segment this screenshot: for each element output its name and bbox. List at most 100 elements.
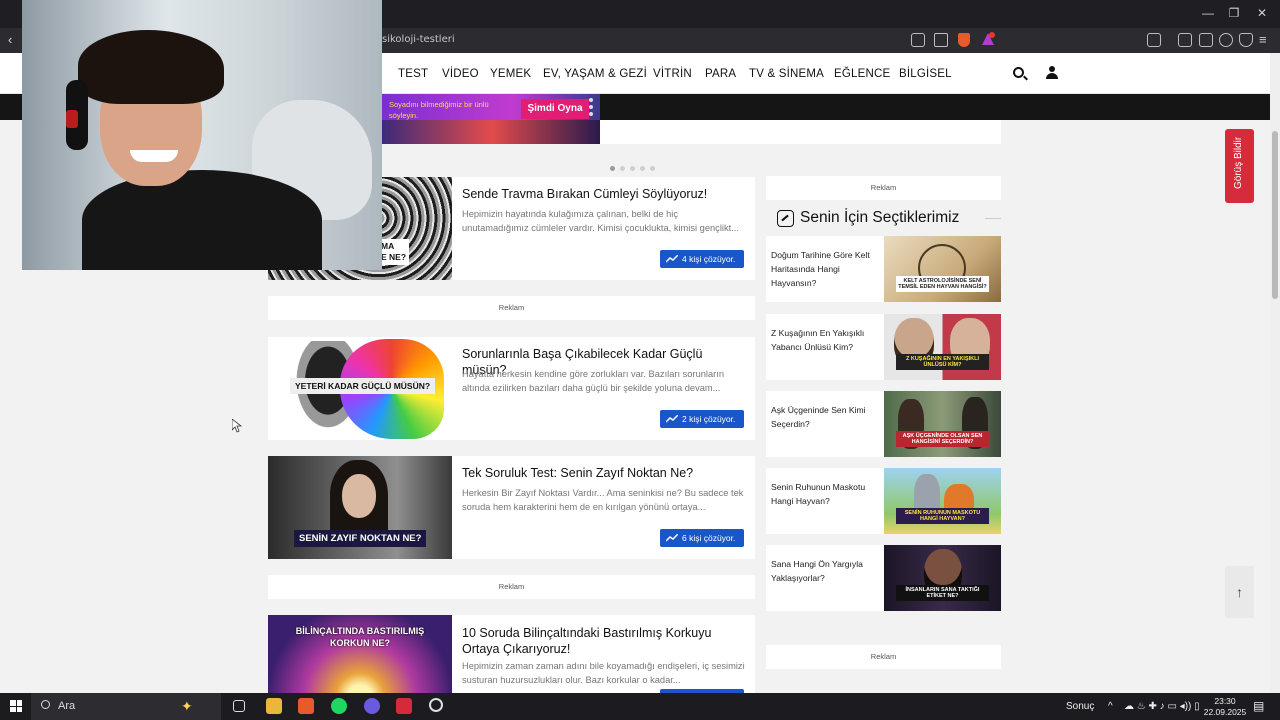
sidebar-ad: Reklam [766, 176, 1001, 200]
pick-caption: Z KUŞAĞININ EN YAKIŞIKLI ÜNLÜSÜ KİM? [896, 354, 989, 370]
nav-eglence[interactable]: EĞLENCE [834, 68, 890, 80]
trending-icon [666, 255, 678, 263]
quiz-card[interactable]: YETERİ KADAR GÜÇLÜ MÜSÜN? Sorunlarınla B… [268, 337, 755, 440]
banner-ad-cta-button[interactable]: Şimdi Oyna [521, 99, 589, 119]
obs-icon[interactable] [429, 698, 443, 712]
pick-thumbnail[interactable]: AŞK ÜÇGENİNDE OLSAN SEN HANGİSİNİ SEÇERD… [884, 391, 1001, 457]
tabs-icon[interactable] [1147, 33, 1161, 47]
nav-bilgisel[interactable]: BİLGİSEL [899, 68, 952, 80]
trending-icon [777, 210, 794, 227]
pick-title[interactable]: Senin Ruhunun Maskotu Hangi Hayvan? [771, 481, 879, 509]
quiz-title[interactable]: 10 Soruda Bilinçaltındaki Bastırılmış Ko… [462, 626, 747, 657]
spotify-icon[interactable] [331, 698, 347, 714]
nav-tv-sinema[interactable]: TV & SİNEMA [749, 68, 824, 80]
solvers-button[interactable]: 4 kişi çözüyor. [660, 250, 744, 268]
pick-item[interactable]: Senin Ruhunun Maskotu Hangi Hayvan? SENİ… [766, 468, 1001, 534]
clock-time: 23:30 [1214, 696, 1236, 706]
app-icon[interactable] [396, 698, 412, 714]
maximize-button[interactable]: ❐ [1222, 6, 1246, 20]
cast-icon[interactable] [911, 33, 925, 47]
tray-chevron-icon[interactable]: ^ [1108, 701, 1113, 712]
quiz-card[interactable]: BİLİNÇALTINDA BASTIRILMIŞ KORKUN NE? 10 … [268, 615, 755, 693]
pick-thumbnail[interactable]: KELT ASTROLOJİSİNDE SENİ TEMSİL EDEN HAY… [884, 236, 1001, 302]
quiz-description: Hepimizin zaman zaman adını bile koyamad… [462, 661, 745, 686]
pick-title[interactable]: Aşk Üçgeninde Sen Kimi Seçerdin? [771, 404, 879, 432]
carousel-dot[interactable] [640, 166, 645, 171]
brave-browser-icon[interactable] [298, 698, 314, 714]
weather-text[interactable]: Sonuç [1066, 701, 1094, 712]
notification-icon[interactable]: ▤ [1253, 699, 1264, 713]
quiz-thumbnail[interactable]: SENİN ZAYIF NOKTAN NE? [268, 456, 452, 559]
brave-shield-icon[interactable] [958, 33, 970, 47]
carousel-dot[interactable] [650, 166, 655, 171]
system-clock[interactable]: 23:30 22.09.2025 [1200, 696, 1250, 718]
carousel-dot[interactable] [630, 166, 635, 171]
menu-icon[interactable]: ≡ [1259, 32, 1267, 47]
search-icon[interactable] [1013, 67, 1024, 78]
url-text[interactable]: sikoloji-testleri [382, 34, 455, 45]
nav-vitrin[interactable]: VİTRİN [653, 68, 692, 80]
webcam-overlay [22, 0, 382, 270]
file-explorer-icon[interactable] [266, 698, 282, 714]
nav-yemek[interactable]: YEMEK [490, 68, 531, 80]
nav-test[interactable]: TEST [398, 68, 428, 80]
leo-ai-icon[interactable] [1219, 33, 1233, 47]
quiz-description: Hayatta herkesin kendine göre zorlukları… [462, 369, 724, 394]
pick-item[interactable]: Aşk Üçgeninde Sen Kimi Seçerdin? AŞK ÜÇG… [766, 391, 1001, 457]
taskbar-search[interactable]: Ara ✦ [31, 693, 221, 720]
sidebar-ad: Reklam [766, 645, 1001, 669]
pick-item[interactable]: Sana Hangi Ön Yargıyla Yaklaşıyorlar? İN… [766, 545, 1001, 611]
ad-options-icon[interactable] [589, 98, 595, 118]
windows-start-icon[interactable] [10, 700, 22, 712]
banner-ad[interactable]: Soyadını bilmediğimiz bir ünlü söyleyin.… [382, 94, 600, 144]
quiz-title[interactable]: Sende Travma Bırakan Cümleyi Söylüyoruz! [462, 187, 747, 203]
carousel-dots[interactable] [610, 158, 660, 176]
minimize-button[interactable]: — [1196, 6, 1220, 20]
solvers-count: 4 kişi çözüyor. [682, 254, 736, 264]
pick-thumbnail[interactable]: Z KUŞAĞININ EN YAKIŞIKLI ÜNLÜSÜ KİM? [884, 314, 1001, 380]
nav-para[interactable]: PARA [705, 68, 736, 80]
quiz-title[interactable]: Tek Soruluk Test: Senin Zayıf Noktan Ne? [462, 466, 747, 482]
scrollbar-thumb[interactable] [1272, 131, 1278, 299]
sidebar-icon[interactable] [1178, 33, 1192, 47]
thumbnail-caption: BİLİNÇALTINDA BASTIRILMIŞ KORKUN NE? [295, 626, 425, 648]
quiz-thumbnail[interactable]: YETERİ KADAR GÜÇLÜ MÜSÜN? [268, 337, 452, 440]
back-arrow-icon[interactable]: ‹ [8, 32, 12, 47]
vpn-icon[interactable] [1239, 33, 1253, 47]
brave-rewards-icon[interactable] [981, 32, 995, 47]
pick-caption: İNSANLARIN SANA TAKTIĞI ETİKET NE? [896, 585, 989, 601]
ad-strip: Reklam [268, 296, 755, 320]
feedback-button[interactable]: Görüş Bildir [1225, 129, 1254, 203]
discord-icon[interactable] [364, 698, 380, 714]
pick-thumbnail[interactable]: İNSANLARIN SANA TAKTIĞI ETİKET NE? [884, 545, 1001, 611]
task-view-icon[interactable] [233, 700, 245, 712]
tray-icons[interactable]: ☁ ♨ ✚ ♪ ▭ ◂)) ▯ [1124, 701, 1200, 712]
user-icon[interactable] [1046, 66, 1058, 79]
share-icon[interactable] [934, 33, 948, 47]
nav-video[interactable]: VİDEO [442, 68, 479, 80]
thumbnail-caption: SENİN ZAYIF NOKTAN NE? [294, 530, 427, 547]
pick-thumbnail[interactable]: SENİN RUHUNUN MASKOTU HANGİ HAYVAN? [884, 468, 1001, 534]
pick-item[interactable]: Doğum Tarihine Göre Kelt Haritasında Han… [766, 236, 1001, 302]
pick-title[interactable]: Sana Hangi Ön Yargıyla Yaklaşıyorlar? [771, 558, 879, 586]
solvers-button[interactable]: 6 kişi çözüyor. [660, 529, 744, 547]
pick-title[interactable]: Doğum Tarihine Göre Kelt Haritasında Han… [771, 249, 879, 290]
pick-title[interactable]: Z Kuşağının En Yakışıklı Yabancı Ünlüsü … [771, 327, 879, 355]
page-scrollbar[interactable] [1270, 53, 1280, 693]
close-window-button[interactable]: ✕ [1250, 6, 1274, 20]
trending-icon [666, 534, 678, 542]
nav-ev-yasam-gezi[interactable]: EV, YAŞAM & GEZİ [543, 68, 647, 80]
copilot-sparkle-icon[interactable]: ✦ [181, 698, 193, 715]
sidebar-title: Senin İçin Seçtiklerimiz [800, 209, 960, 226]
quiz-card[interactable]: SENİN ZAYIF NOKTAN NE? Tek Soruluk Test:… [268, 456, 755, 559]
wallet-icon[interactable] [1199, 33, 1213, 47]
solvers-button[interactable]: 2 kişi çözüyor. [660, 410, 744, 428]
quiz-thumbnail[interactable]: BİLİNÇALTINDA BASTIRILMIŞ KORKUN NE? [268, 615, 452, 693]
pick-caption: KELT ASTROLOJİSİNDE SENİ TEMSİL EDEN HAY… [896, 276, 989, 292]
trending-icon [666, 415, 678, 423]
pick-item[interactable]: Z Kuşağının En Yakışıklı Yabancı Ünlüsü … [766, 314, 1001, 380]
scroll-to-top-button[interactable]: ↑ [1225, 566, 1254, 618]
thumbnail-caption: YETERİ KADAR GÜÇLÜ MÜSÜN? [290, 378, 436, 394]
carousel-dot[interactable] [610, 166, 615, 171]
carousel-dot[interactable] [620, 166, 625, 171]
